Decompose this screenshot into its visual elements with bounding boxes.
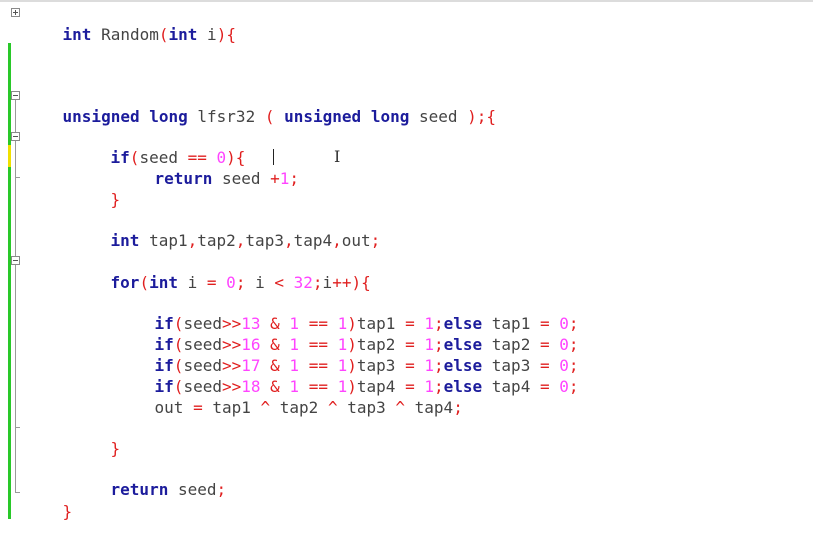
punct-token: { [226,25,236,44]
operator-token: = [206,273,217,292]
operator-token: ^ [327,398,338,417]
keyword-token: return [110,480,169,499]
code-line-return-seed-plus-one[interactable]: return seed +1; [24,147,300,188]
operator-token: ^ [395,398,406,417]
fold-guide-line [15,100,16,492]
punct-token: ){ [351,273,371,292]
code-line-int-taps[interactable]: int tap1,tap2,tap3,tap4,out; [24,209,381,250]
identifier-token: i [245,273,275,292]
fold-end-tick [15,427,20,428]
operator-token: ^ [260,398,271,417]
fold-collapse-icon[interactable] [11,256,20,265]
code-editor[interactable]: int Random(int i){ unsigned long lfsr32 … [0,0,813,547]
number-token: 1 [279,169,290,188]
code-line-if-seed[interactable]: if(seed == 0){ [24,126,246,167]
number-token: 0 [559,377,569,396]
code-line-close-for[interactable]: } [24,417,121,458]
code-line-tap4[interactable]: if(seed>>18 & 1 == 1)tap4 = 1;else tap4 … [24,355,579,396]
code-line-random-decl[interactable]: int Random(int i){ [24,3,236,44]
identifier-token: tap2 [270,398,328,417]
punct-token: ; [312,273,323,292]
saved-change-bar [8,167,11,519]
punct-token: ; [235,273,246,292]
identifier-token: tap2 [197,231,236,250]
punct-token: ; [568,377,579,396]
operator-token: + [270,169,280,188]
identifier-token: tap1 [139,231,188,250]
keyword-token: for [110,273,140,292]
keyword-token: unsigned [284,107,362,126]
operator-token: = [193,398,203,417]
keyword-token: long [370,107,410,126]
keyword-token: int [110,231,140,250]
punct-token: } [110,439,121,458]
keyword-token: int [149,273,178,292]
identifier-token: tap4 [293,231,333,250]
code-line-lfsr32-decl[interactable]: unsigned long lfsr32 ( unsigned long see… [24,85,497,126]
punct-token: } [62,502,73,521]
identifier-token: tap3 [245,231,284,250]
keyword-token: int [168,25,198,44]
code-line-close-if[interactable]: } [24,168,121,209]
identifier-token: i [177,273,207,292]
identifier-token: seed [212,169,271,188]
punct-token: ; [289,169,300,188]
code-line-for-loop[interactable]: for(int i = 0; i < 32;i++){ [24,251,371,292]
punct-token: ( [139,273,150,292]
identifier-token: tap4 [405,398,454,417]
keyword-token: return [154,169,213,188]
code-line-tap3[interactable]: if(seed>>17 & 1 == 1)tap3 = 1;else tap3 … [24,334,579,375]
identifier-token: tap3 [337,398,396,417]
code-line-tap1[interactable]: if(seed>>13 & 1 == 1)tap1 = 1;else tap1 … [24,292,579,333]
text-ibeam-icon: I [334,147,341,166]
identifier-token: seed [168,480,217,499]
identifier-token: seed [409,107,468,126]
operator-token: < [274,273,284,292]
fold-end-tick [15,492,20,493]
punct-token: );{ [467,107,497,126]
operator-token: = [539,377,550,396]
punct-token: ; [453,398,463,417]
punct-token: , [283,231,294,250]
identifier-token: tap1 [202,398,261,417]
keyword-token: int [62,25,92,44]
keyword-token: long [149,107,188,126]
number-token: 0 [226,273,236,292]
code-line-return-seed[interactable]: return seed; [24,458,227,499]
keyword-token: unsigned [62,107,140,126]
punct-token: , [235,231,246,250]
text-caret [273,149,274,165]
punct-token: } [110,190,121,209]
fold-collapse-icon[interactable] [11,132,20,141]
fold-collapse-icon[interactable] [11,91,20,100]
operator-token: ++ [332,273,352,292]
unsaved-change-bar [8,145,11,167]
punct-token: , [187,231,198,250]
identifier-token: i [197,25,217,44]
code-line-out-xor[interactable]: out = tap1 ^ tap2 ^ tap3 ^ tap4; [24,376,463,417]
editor-top-border [0,0,813,2]
identifier-token: i [322,273,333,292]
code-line-tap2[interactable]: if(seed>>16 & 1 == 1)tap2 = 1;else tap2 … [24,313,579,354]
fold-end-tick [15,177,20,178]
code-line-close-function[interactable]: } [24,480,73,521]
punct-token: , [332,231,342,250]
punct-token: ( [158,25,169,44]
identifier-token: out [154,398,194,417]
punct-token: ; [370,231,381,250]
punct-token: ) [216,25,227,44]
identifier-token: tap4 [482,377,540,396]
identifier-token: lfsr32 [187,107,265,126]
fold-expand-icon[interactable] [11,8,20,17]
number-token: 32 [293,273,313,292]
identifier-token: out [341,231,371,250]
identifier-token: Random [91,25,159,44]
punct-token: ; [216,480,227,499]
